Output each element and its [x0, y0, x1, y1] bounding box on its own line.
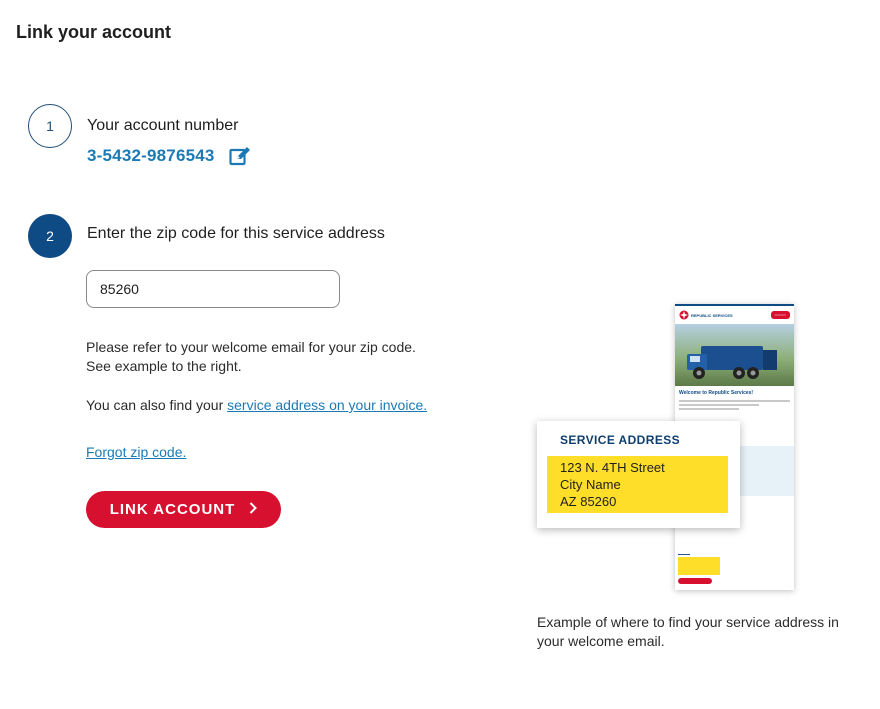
invoice-help-text: You can also find your service address o…	[86, 396, 427, 415]
email-logo-text: REPUBLIC SERVICES	[691, 312, 733, 318]
help-text-line-1: Please refer to your welcome email for y…	[86, 339, 416, 355]
account-number-row: 3-5432-9876543	[87, 146, 251, 166]
email-text-line	[679, 400, 790, 402]
email-header: REPUBLIC SERVICES ▭▭▭▭	[675, 306, 794, 324]
service-address-highlight: 123 N. 4TH Street City Name AZ 85260	[547, 456, 728, 513]
edit-icon[interactable]	[228, 146, 251, 166]
email-address-highlight	[678, 557, 720, 575]
step-2-indicator: 2	[28, 214, 72, 258]
address-line-1: 123 N. 4TH Street	[560, 460, 665, 475]
email-header-button: ▭▭▭▭	[770, 311, 790, 319]
step-1-heading: Your account number	[87, 117, 239, 134]
address-line-2: City Name	[560, 477, 621, 492]
email-hero-image	[675, 324, 794, 386]
invoice-link[interactable]: service address on your invoice.	[227, 397, 427, 413]
address-line-3: AZ 85260	[560, 494, 617, 509]
logo-mark-icon	[679, 310, 689, 320]
email-service-address-label: ▬▬▬▬	[678, 552, 690, 556]
republic-logo: REPUBLIC SERVICES	[679, 310, 733, 320]
chevron-right-icon	[249, 501, 258, 518]
account-number: 3-5432-9876543	[87, 146, 215, 165]
truck-image	[687, 346, 777, 379]
invoice-help-prefix: You can also find your	[86, 397, 228, 413]
help-text-line-2: See example to the right.	[86, 358, 242, 374]
email-text-line	[679, 404, 759, 406]
service-address-callout: SERVICE ADDRESS 123 N. 4TH Street City N…	[537, 421, 740, 528]
email-welcome-heading: Welcome to Republic Services!	[679, 390, 754, 396]
zip-code-input[interactable]	[86, 270, 340, 308]
link-account-label: LINK ACCOUNT	[109, 501, 236, 518]
page-title: Link your account	[16, 22, 172, 42]
step-1-indicator: 1	[28, 104, 72, 148]
email-text-line	[679, 408, 739, 410]
callout-title: SERVICE ADDRESS	[560, 433, 681, 447]
step-2-heading: Enter the zip code for this service addr…	[87, 225, 385, 242]
link-account-button[interactable]: LINK ACCOUNT	[86, 491, 281, 528]
example-caption: Example of where to find your service ad…	[537, 614, 839, 649]
email-signup-button	[678, 578, 712, 584]
forgot-zip-link[interactable]: Forgot zip code.	[86, 444, 186, 460]
